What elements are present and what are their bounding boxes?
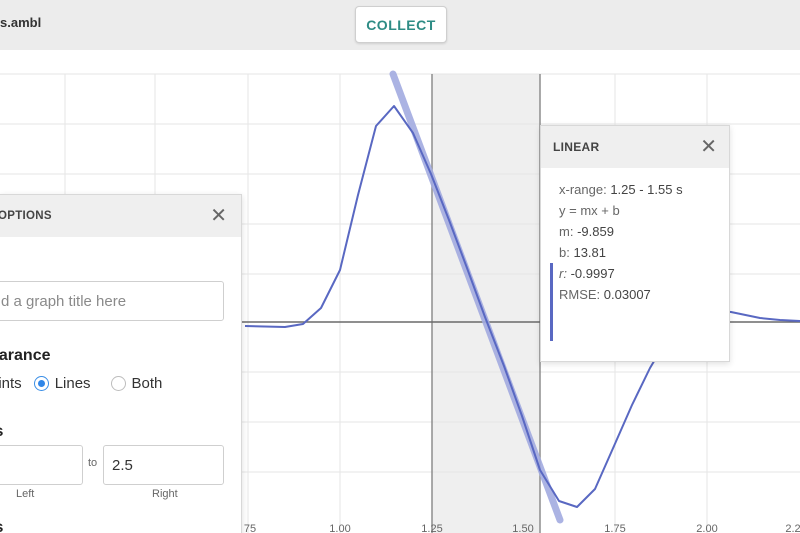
radio-points-label[interactable]: oints bbox=[0, 375, 22, 392]
linear-popup-header: LINEAR ✕ bbox=[541, 126, 729, 168]
axis-max-input[interactable] bbox=[103, 445, 224, 485]
x-tick-label: 2.00 bbox=[696, 523, 717, 533]
axis-left-label: Left bbox=[16, 488, 35, 500]
equation-text: y = mx + b bbox=[559, 203, 620, 218]
selection-band bbox=[432, 74, 540, 533]
x-tick-labels: 75 1.00 1.25 1.50 1.75 2.00 2.2 bbox=[244, 523, 800, 533]
radio-lines[interactable] bbox=[33, 376, 49, 391]
x-tick-label: 2.2 bbox=[785, 523, 800, 533]
x-tick-label: 1.50 bbox=[512, 523, 533, 533]
xrange-label: x-range: bbox=[559, 182, 607, 197]
close-icon[interactable]: ✕ bbox=[700, 137, 717, 157]
fit-color-indicator bbox=[550, 263, 553, 341]
equation-row: y = mx + b bbox=[559, 200, 729, 221]
axis-right-label: Right bbox=[152, 488, 178, 500]
r-label: r: bbox=[559, 266, 567, 281]
xrange-value: 1.25 - 1.55 s bbox=[610, 182, 683, 197]
x-tick-label: 75 bbox=[244, 523, 256, 533]
rmse-label: RMSE: bbox=[559, 287, 601, 302]
radio-both[interactable] bbox=[110, 376, 126, 391]
y-axis-heading: is bbox=[0, 519, 3, 533]
x-tick-label: 1.00 bbox=[329, 523, 350, 533]
top-toolbar: s.ambl COLLECT bbox=[0, 0, 800, 50]
linear-fit-popup: LINEAR ✕ x-range: 1.25 - 1.55 s y = mx +… bbox=[540, 125, 730, 362]
file-name: s.ambl bbox=[0, 15, 42, 30]
radio-lines-label[interactable]: Lines bbox=[55, 375, 91, 392]
m-row: m: -9.859 bbox=[559, 221, 729, 242]
radio-both-label[interactable]: Both bbox=[132, 375, 163, 392]
x-axis-heading: is bbox=[0, 423, 3, 441]
x-tick-label: 1.75 bbox=[604, 523, 625, 533]
b-row: b: 13.81 bbox=[559, 242, 729, 263]
m-value: -9.859 bbox=[577, 224, 614, 239]
b-label: b: bbox=[559, 245, 570, 260]
appearance-heading: earance bbox=[0, 347, 51, 364]
rmse-row: RMSE: 0.03007 bbox=[559, 284, 729, 305]
b-value: 13.81 bbox=[573, 245, 607, 260]
linear-popup-title: LINEAR bbox=[553, 140, 600, 154]
graph-title-input[interactable] bbox=[0, 281, 224, 321]
r-row: r: -0.9997 bbox=[559, 263, 729, 284]
options-popup-header: OPTIONS ✕ bbox=[0, 195, 241, 237]
graph-options-popup: OPTIONS ✕ earance oints Lines Both is to… bbox=[0, 194, 242, 533]
xrange-row: x-range: 1.25 - 1.55 s bbox=[559, 179, 729, 200]
r-value: -0.9997 bbox=[570, 266, 615, 281]
rmse-value: 0.03007 bbox=[603, 287, 651, 302]
options-popup-title: OPTIONS bbox=[0, 210, 52, 222]
m-label: m: bbox=[559, 224, 574, 239]
x-tick-label: 1.25 bbox=[421, 523, 442, 533]
close-icon[interactable]: ✕ bbox=[210, 206, 227, 226]
linear-fit-details: x-range: 1.25 - 1.55 s y = mx + b m: -9.… bbox=[541, 168, 729, 341]
axis-to-label: to bbox=[88, 457, 98, 469]
collect-button[interactable]: COLLECT bbox=[355, 6, 447, 43]
axis-min-input[interactable] bbox=[0, 445, 83, 485]
appearance-radio-group: oints Lines Both bbox=[0, 375, 162, 392]
